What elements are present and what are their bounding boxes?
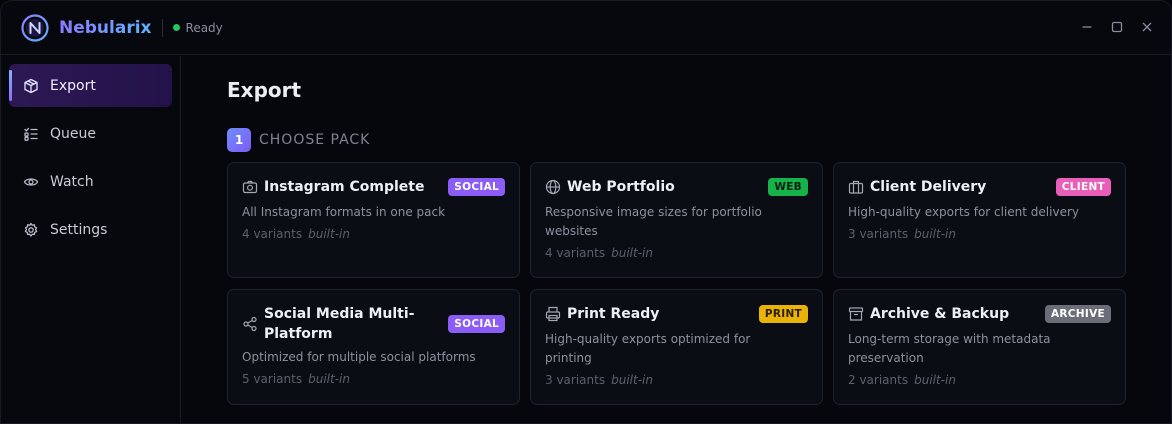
pack-source: built-in (308, 227, 350, 241)
pack-tag: SOCIAL (448, 315, 505, 333)
sidebar-item-queue[interactable]: Queue (9, 112, 172, 155)
pack-source: built-in (611, 373, 653, 387)
window-controls (1075, 15, 1159, 39)
checklist-icon (23, 126, 39, 142)
step-header: 1 CHOOSE PACK (227, 128, 370, 152)
pack-title: Web Portfolio (567, 179, 675, 195)
status-text: Ready (185, 20, 223, 35)
pack-card-archive-backup[interactable]: Archive & Backup ARCHIVE Long-term stora… (833, 289, 1126, 405)
camera-icon (242, 179, 258, 195)
sidebar-item-label: Export (50, 77, 96, 94)
sidebar: Export Queue Watch Settings (1, 56, 181, 423)
pack-meta: 3 variants built-in (545, 373, 808, 387)
pack-tag: PRINT (758, 305, 808, 323)
pack-title: Instagram Complete (264, 179, 425, 195)
pack-card-web-portfolio[interactable]: Web Portfolio WEB Responsive image sizes… (530, 162, 823, 278)
title-divider (161, 18, 163, 37)
sidebar-item-watch[interactable]: Watch (9, 160, 172, 203)
sidebar-item-settings[interactable]: Settings (9, 208, 172, 251)
pack-description: High-quality exports optimized for print… (545, 332, 751, 365)
pack-variants: 3 variants (848, 227, 909, 241)
pack-meta: 5 variants built-in (242, 372, 505, 386)
pack-variants: 3 variants (545, 373, 606, 387)
title-bar: Nebularix Ready (1, 1, 1171, 55)
eye-icon (23, 174, 39, 190)
pack-tag: ARCHIVE (1044, 305, 1111, 323)
pack-variants: 4 variants (242, 227, 303, 241)
pack-card-instagram-complete[interactable]: Instagram Complete SOCIAL All Instagram … (227, 162, 520, 278)
pack-meta: 4 variants built-in (242, 227, 505, 241)
pack-title: Client Delivery (870, 179, 987, 195)
app-window: Nebularix Ready Export Queue Watch Setti… (0, 0, 1172, 424)
pack-description: Responsive image sizes for portfolio web… (545, 205, 762, 238)
share-icon (242, 316, 258, 332)
status-indicator: Ready (172, 20, 223, 35)
package-icon (23, 78, 39, 94)
pack-tag: WEB (768, 178, 808, 196)
pack-grid: Instagram Complete SOCIAL All Instagram … (227, 162, 1126, 405)
pack-source: built-in (308, 372, 350, 386)
pack-tag: SOCIAL (448, 178, 505, 196)
step-number-badge: 1 (227, 128, 251, 152)
pack-meta: 2 variants built-in (848, 373, 1111, 387)
sidebar-item-label: Settings (50, 221, 108, 238)
pack-description: All Instagram formats in one pack (242, 205, 446, 219)
pack-title: Social Media Multi-Platform (264, 306, 415, 342)
pack-card-client-delivery[interactable]: Client Delivery CLIENT High-quality expo… (833, 162, 1126, 278)
pack-variants: 5 variants (242, 372, 303, 386)
pack-meta: 3 variants built-in (848, 227, 1111, 241)
close-icon (1142, 22, 1152, 32)
pack-card-print-ready[interactable]: Print Ready PRINT High-quality exports o… (530, 289, 823, 405)
sidebar-item-label: Queue (50, 125, 96, 142)
gear-icon (23, 222, 39, 238)
pack-description: Long-term storage with metadata preserva… (848, 332, 1051, 365)
archive-icon (848, 306, 864, 322)
pack-source: built-in (914, 227, 956, 241)
page-title: Export (227, 78, 302, 102)
minimize-icon (1082, 26, 1092, 28)
pack-variants: 4 variants (545, 246, 606, 260)
pack-source: built-in (914, 373, 956, 387)
pack-description: Optimized for multiple social platforms (242, 350, 476, 364)
main-content: Export 1 CHOOSE PACK Instagram Complete … (182, 56, 1171, 423)
nebularix-logo-icon (21, 13, 49, 42)
maximize-icon (1111, 21, 1123, 33)
pack-card-social-media-multi-platform[interactable]: Social Media Multi-Platform SOCIAL Optim… (227, 289, 520, 405)
briefcase-icon (848, 179, 864, 195)
printer-icon (545, 306, 561, 322)
pack-description: High-quality exports for client delivery (848, 205, 1079, 219)
app-name: Nebularix (59, 17, 152, 38)
globe-icon (545, 179, 561, 195)
pack-variants: 2 variants (848, 373, 909, 387)
pack-title: Archive & Backup (870, 306, 1010, 322)
step-label: CHOOSE PACK (259, 132, 371, 148)
status-dot-icon (172, 24, 180, 31)
pack-source: built-in (611, 246, 653, 260)
sidebar-item-export[interactable]: Export (9, 64, 172, 107)
pack-tag: CLIENT (1055, 178, 1111, 196)
sidebar-item-label: Watch (50, 173, 94, 190)
pack-meta: 4 variants built-in (545, 246, 808, 260)
maximize-button[interactable] (1105, 15, 1129, 39)
minimize-button[interactable] (1075, 15, 1099, 39)
close-button[interactable] (1135, 15, 1159, 39)
pack-title: Print Ready (567, 306, 660, 322)
